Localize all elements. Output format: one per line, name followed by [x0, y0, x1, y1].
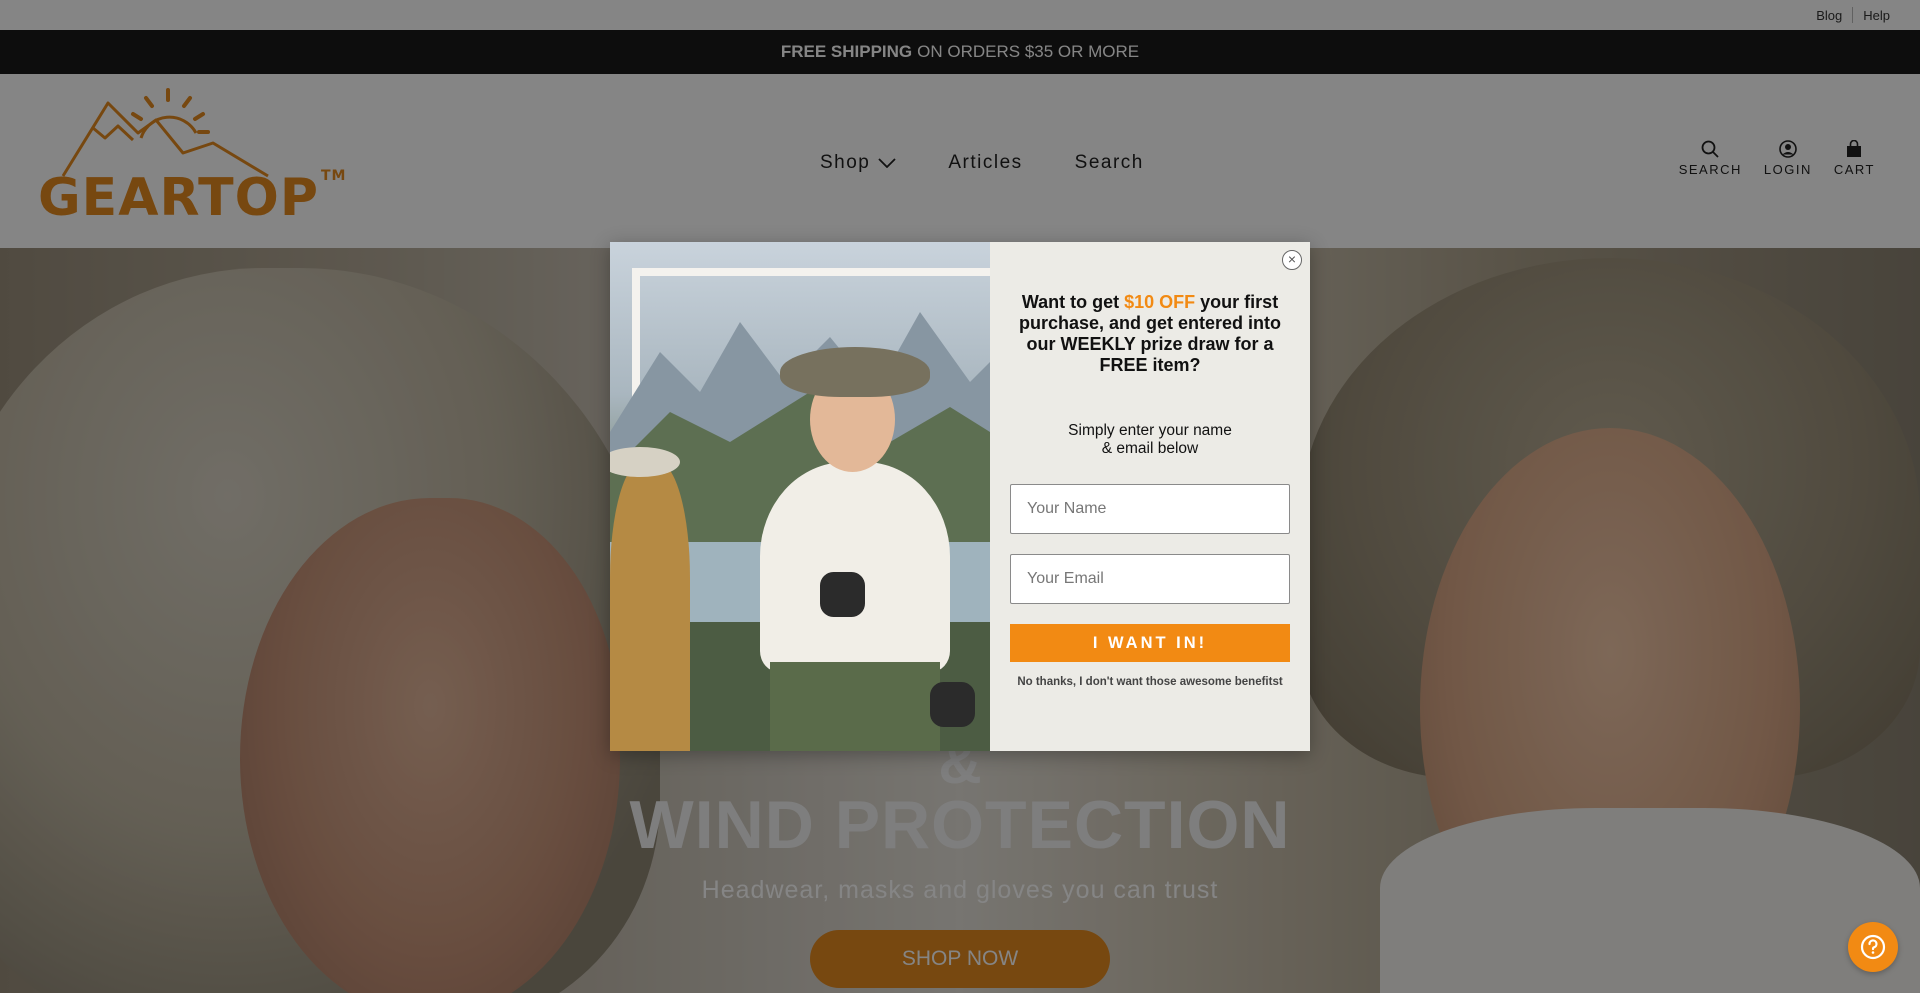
help-icon: [1860, 934, 1886, 960]
photo-glove-right: [930, 682, 975, 727]
email-field[interactable]: Your Email: [1010, 554, 1290, 604]
popup-headline: Want to get $10 OFF your first purchase,…: [1010, 292, 1290, 376]
photo-front-hiker-hat: [780, 347, 930, 397]
popup-form: × Want to get $10 OFF your first purchas…: [990, 242, 1310, 751]
close-icon[interactable]: ×: [1282, 250, 1302, 270]
photo-back-hiker: [610, 462, 690, 751]
photo-front-hiker-sweater: [760, 462, 950, 672]
help-launcher-button[interactable]: [1848, 922, 1898, 972]
submit-button[interactable]: I WANT IN!: [1010, 624, 1290, 662]
photo-glove-left: [820, 572, 865, 617]
popup-hiking-photo: [610, 242, 990, 751]
popup-subtext: Simply enter your name & email below: [1010, 422, 1290, 458]
headline-discount: $10 OFF: [1124, 292, 1196, 312]
signup-popup: × Want to get $10 OFF your first purchas…: [610, 242, 1310, 751]
popup-subtext-line1: Simply enter your name: [1068, 422, 1232, 439]
decline-link[interactable]: No thanks, I don't want those awesome be…: [1000, 676, 1300, 688]
headline-pre: Want to get: [1021, 292, 1125, 312]
popup-subtext-line2: & email below: [1101, 440, 1199, 457]
photo-front-hiker-pants: [770, 662, 940, 751]
name-field[interactable]: Your Name: [1010, 484, 1290, 534]
